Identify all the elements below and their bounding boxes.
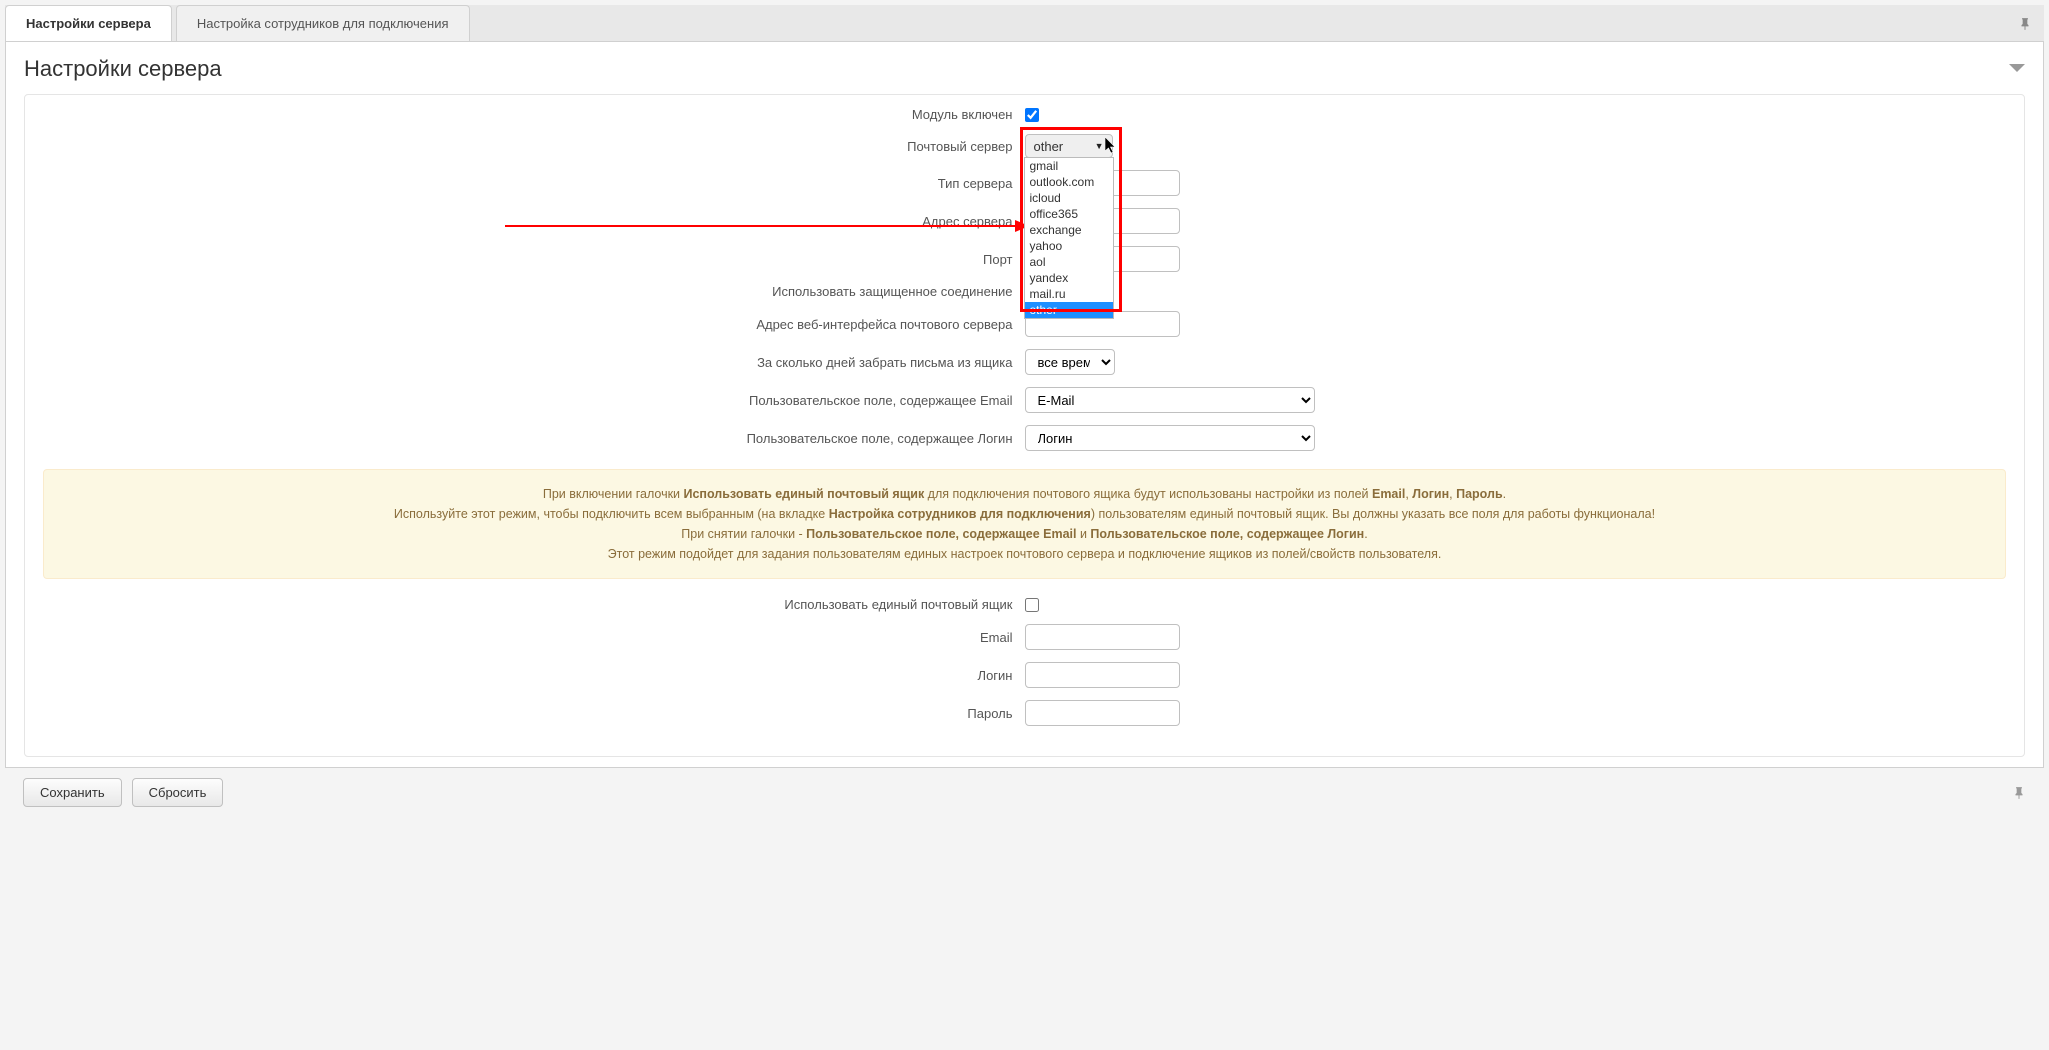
tab-employee-settings[interactable]: Настройка сотрудников для подключения (176, 5, 470, 41)
secure-conn-label: Использовать защищенное соединение (43, 284, 1025, 299)
option-aol[interactable]: aol (1025, 254, 1113, 270)
info-box: При включении галочки Использовать едины… (43, 469, 2006, 579)
collapse-icon[interactable] (2009, 61, 2025, 77)
panel-body: Модуль включен Почтовый сервер other ▼ (24, 94, 2025, 757)
mail-server-dropdown: gmail outlook.com icloud office365 excha… (1024, 157, 1114, 319)
days-fetch-label: За сколько дней забрать письма из ящика (43, 355, 1025, 370)
panel: Настройки сервера Модуль включен Почтовы… (5, 42, 2044, 768)
tab-server-settings[interactable]: Настройки сервера (5, 5, 172, 41)
option-outlook[interactable]: outlook.com (1025, 174, 1113, 190)
server-type-label: Тип сервера (43, 176, 1025, 191)
option-yahoo[interactable]: yahoo (1025, 238, 1113, 254)
page-title: Настройки сервера (24, 56, 222, 82)
option-office365[interactable]: office365 (1025, 206, 1113, 222)
password-label: Пароль (43, 706, 1025, 721)
email-field-label: Пользовательское поле, содержащее Email (43, 393, 1025, 408)
module-enabled-checkbox[interactable] (1025, 108, 1039, 122)
days-fetch-select[interactable]: все время (1025, 349, 1115, 375)
option-yandex[interactable]: yandex (1025, 270, 1113, 286)
option-other[interactable]: other (1025, 302, 1113, 318)
server-address-label: Адрес сервера (43, 214, 1025, 229)
mail-server-select[interactable]: other ▼ (1025, 134, 1113, 158)
login-input[interactable] (1025, 662, 1180, 688)
single-mailbox-checkbox[interactable] (1025, 598, 1039, 612)
pin-icon[interactable] (2012, 786, 2026, 803)
chevron-down-icon: ▼ (1095, 141, 1104, 151)
footer: Сохранить Сбросить (5, 768, 2044, 817)
option-gmail[interactable]: gmail (1025, 158, 1113, 174)
module-enabled-label: Модуль включен (43, 107, 1025, 122)
panel-header: Настройки сервера (6, 42, 2043, 94)
tabs-bar: Настройки сервера Настройка сотрудников … (5, 5, 2044, 42)
email-input[interactable] (1025, 624, 1180, 650)
mail-server-select-wrap: other ▼ gmail outlook.com icloud office3… (1025, 134, 1113, 158)
email-label: Email (43, 630, 1025, 645)
port-label: Порт (43, 252, 1025, 267)
option-icloud[interactable]: icloud (1025, 190, 1113, 206)
reset-button[interactable]: Сбросить (132, 778, 224, 807)
password-input[interactable] (1025, 700, 1180, 726)
login-field-select[interactable]: Логин (1025, 425, 1315, 451)
pin-icon[interactable] (2018, 17, 2032, 34)
login-field-label: Пользовательское поле, содержащее Логин (43, 431, 1025, 446)
single-mailbox-label: Использовать единый почтовый ящик (43, 597, 1025, 612)
email-field-select[interactable]: E-Mail (1025, 387, 1315, 413)
mail-server-label: Почтовый сервер (43, 139, 1025, 154)
option-exchange[interactable]: exchange (1025, 222, 1113, 238)
mail-server-selected-value: other (1034, 139, 1064, 154)
login-label: Логин (43, 668, 1025, 683)
web-interface-label: Адрес веб-интерфейса почтового сервера (43, 317, 1025, 332)
option-mailru[interactable]: mail.ru (1025, 286, 1113, 302)
save-button[interactable]: Сохранить (23, 778, 122, 807)
